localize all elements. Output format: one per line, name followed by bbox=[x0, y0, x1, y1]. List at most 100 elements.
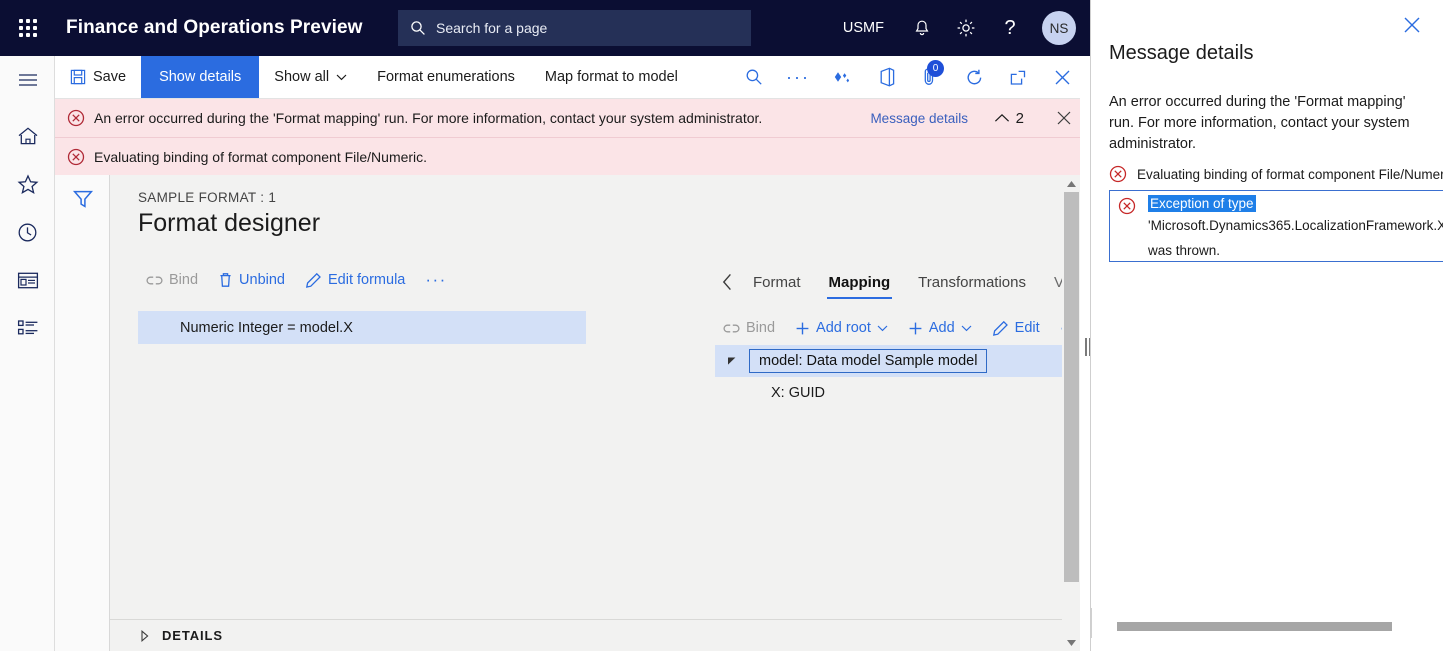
error-icon bbox=[67, 109, 85, 127]
message-count: 2 bbox=[1016, 110, 1024, 127]
show-all-menu[interactable]: Show all bbox=[259, 56, 362, 98]
message-panel-close-icon[interactable] bbox=[1399, 12, 1425, 38]
message-bar-row-primary: An error occurred during the 'Format map… bbox=[55, 99, 1090, 137]
format-tree-selected-row[interactable]: Numeric Integer = model.X bbox=[138, 311, 586, 344]
tab-mapping[interactable]: Mapping bbox=[815, 265, 905, 299]
scroll-down-arrow-icon[interactable] bbox=[1062, 634, 1080, 651]
tab-transformations[interactable]: Transformations bbox=[904, 265, 1040, 299]
refresh-icon[interactable] bbox=[952, 56, 996, 98]
format-overflow-menu[interactable]: ··· bbox=[417, 270, 454, 290]
breadcrumb: SAMPLE FORMAT : 1 bbox=[138, 190, 276, 205]
global-search-box[interactable]: Search for a page bbox=[398, 10, 751, 46]
message-panel-item[interactable]: Evaluating binding of format component F… bbox=[1109, 165, 1443, 185]
exception-type-line: 'Microsoft.Dynamics365.LocalizationFrame… bbox=[1148, 213, 1443, 238]
message-details-link[interactable]: Message details bbox=[870, 111, 968, 126]
chevron-down-icon bbox=[877, 325, 888, 332]
map-format-to-model-button[interactable]: Map format to model bbox=[530, 56, 693, 98]
sidebar-item-recent[interactable] bbox=[0, 208, 55, 256]
tab-format[interactable]: Format bbox=[739, 265, 815, 299]
message-details-panel: Message details An error occurred during… bbox=[1090, 0, 1443, 651]
search-icon[interactable] bbox=[732, 56, 776, 98]
horizontal-scroll-thumb[interactable] bbox=[1117, 622, 1392, 631]
modules-list-icon bbox=[17, 319, 39, 337]
error-icon bbox=[67, 148, 85, 166]
message-panel-selected-text: Exception of type 'Microsoft.Dynamics365… bbox=[1148, 195, 1443, 262]
sidebar-item-workspaces[interactable] bbox=[0, 256, 55, 304]
filter-pane-toggle[interactable] bbox=[55, 175, 110, 223]
mapping-overflow-menu[interactable]: ··· bbox=[1052, 318, 1062, 338]
mapping-pane: Format Mapping Transformations Validatio… bbox=[715, 259, 1062, 345]
highlighted-text: Exception of type bbox=[1148, 195, 1256, 212]
action-pane: Save Show details Show all Format enumer… bbox=[55, 56, 1090, 99]
mapping-bind-label: Bind bbox=[746, 320, 775, 336]
message-bar-close-icon[interactable] bbox=[1056, 110, 1072, 126]
sidebar-item-navigation-menu[interactable] bbox=[0, 56, 55, 104]
format-designer-pane: Bind Unbind Edit formula ··· Numeric Int… bbox=[138, 263, 586, 344]
message-panel-horizontal-scrollbar[interactable] bbox=[1109, 621, 1443, 633]
exception-thrown-line: was thrown. bbox=[1148, 238, 1443, 262]
details-fasttab[interactable]: DETAILS bbox=[110, 619, 1062, 651]
message-bar: An error occurred during the 'Format map… bbox=[55, 99, 1090, 175]
home-icon bbox=[17, 126, 39, 146]
format-edit-formula-label: Edit formula bbox=[328, 272, 405, 288]
mapping-tree-child-label: X: GUID bbox=[715, 385, 825, 401]
close-page-icon[interactable] bbox=[1040, 56, 1084, 98]
overflow-menu-icon[interactable]: ··· bbox=[776, 56, 820, 98]
format-bind-label: Bind bbox=[169, 272, 198, 288]
sidebar-item-modules[interactable] bbox=[0, 304, 55, 352]
message-text-primary: An error occurred during the 'Format map… bbox=[94, 110, 762, 126]
app-launcher-icon[interactable] bbox=[0, 0, 56, 56]
app-root: Finance and Operations Preview Search fo… bbox=[0, 0, 1443, 651]
page-vertical-scrollbar[interactable] bbox=[1062, 175, 1080, 651]
mapping-add-button[interactable]: Add bbox=[900, 317, 980, 339]
error-icon bbox=[1109, 165, 1127, 183]
attachments-icon[interactable]: 0 bbox=[908, 56, 952, 98]
chevron-up-icon bbox=[994, 113, 1010, 123]
format-unbind-button[interactable]: Unbind bbox=[210, 269, 293, 291]
open-in-new-window-icon[interactable] bbox=[996, 56, 1040, 98]
format-bind-button[interactable]: Bind bbox=[138, 269, 206, 291]
chevron-down-icon bbox=[961, 325, 972, 332]
top-nav-right-group: USMF ? bbox=[827, 0, 1090, 56]
user-avatar[interactable]: NS bbox=[1042, 11, 1076, 45]
message-panel-selected-item[interactable]: Exception of type 'Microsoft.Dynamics365… bbox=[1109, 190, 1443, 262]
mapping-add-root-button[interactable]: Add root bbox=[787, 317, 896, 339]
mapping-bind-button[interactable]: Bind bbox=[715, 317, 783, 339]
message-collapse-toggle[interactable]: 2 bbox=[994, 110, 1024, 127]
personalize-icon[interactable] bbox=[820, 56, 864, 98]
format-edit-formula-button[interactable]: Edit formula bbox=[297, 269, 413, 292]
expand-collapse-caret-icon[interactable] bbox=[715, 356, 749, 366]
sidebar-item-favorites[interactable] bbox=[0, 160, 55, 208]
office-icon[interactable] bbox=[864, 56, 908, 98]
hamburger-icon bbox=[18, 73, 38, 87]
save-button[interactable]: Save bbox=[55, 56, 141, 98]
format-enumerations-button[interactable]: Format enumerations bbox=[362, 56, 530, 98]
company-selector[interactable]: USMF bbox=[827, 20, 900, 36]
format-unbind-label: Unbind bbox=[239, 272, 285, 288]
tab-back-arrow-icon[interactable] bbox=[715, 265, 739, 299]
top-navigation-bar: Finance and Operations Preview Search fo… bbox=[0, 0, 1090, 56]
mapping-tree-root-row[interactable]: model: Data model Sample model bbox=[715, 345, 1062, 377]
app-title: Finance and Operations Preview bbox=[66, 17, 363, 39]
mapping-add-root-label: Add root bbox=[816, 320, 871, 336]
search-icon bbox=[410, 20, 426, 36]
page-content: SAMPLE FORMAT : 1 Format designer Bind U… bbox=[110, 175, 1062, 651]
scroll-up-arrow-icon[interactable] bbox=[1062, 175, 1080, 192]
scroll-thumb[interactable] bbox=[1064, 192, 1079, 582]
show-all-label: Show all bbox=[274, 69, 329, 85]
save-icon bbox=[70, 69, 86, 85]
mapping-edit-button[interactable]: Edit bbox=[984, 317, 1048, 340]
chevron-right-icon bbox=[140, 630, 150, 642]
settings-gear-icon[interactable] bbox=[944, 0, 988, 56]
sidebar-item-home[interactable] bbox=[0, 112, 55, 160]
message-panel-title: Message details bbox=[1109, 42, 1254, 65]
mapping-tree-root-label[interactable]: model: Data model Sample model bbox=[749, 349, 987, 373]
star-icon bbox=[17, 174, 39, 195]
notifications-icon[interactable] bbox=[900, 0, 944, 56]
show-details-tab[interactable]: Show details bbox=[141, 56, 259, 98]
mapping-tree-child-row[interactable]: X: GUID bbox=[715, 377, 1062, 409]
panel-divider bbox=[1091, 608, 1092, 638]
global-search-placeholder: Search for a page bbox=[436, 20, 547, 36]
tab-validations[interactable]: Validations bbox=[1040, 265, 1062, 299]
help-icon[interactable]: ? bbox=[988, 0, 1032, 56]
